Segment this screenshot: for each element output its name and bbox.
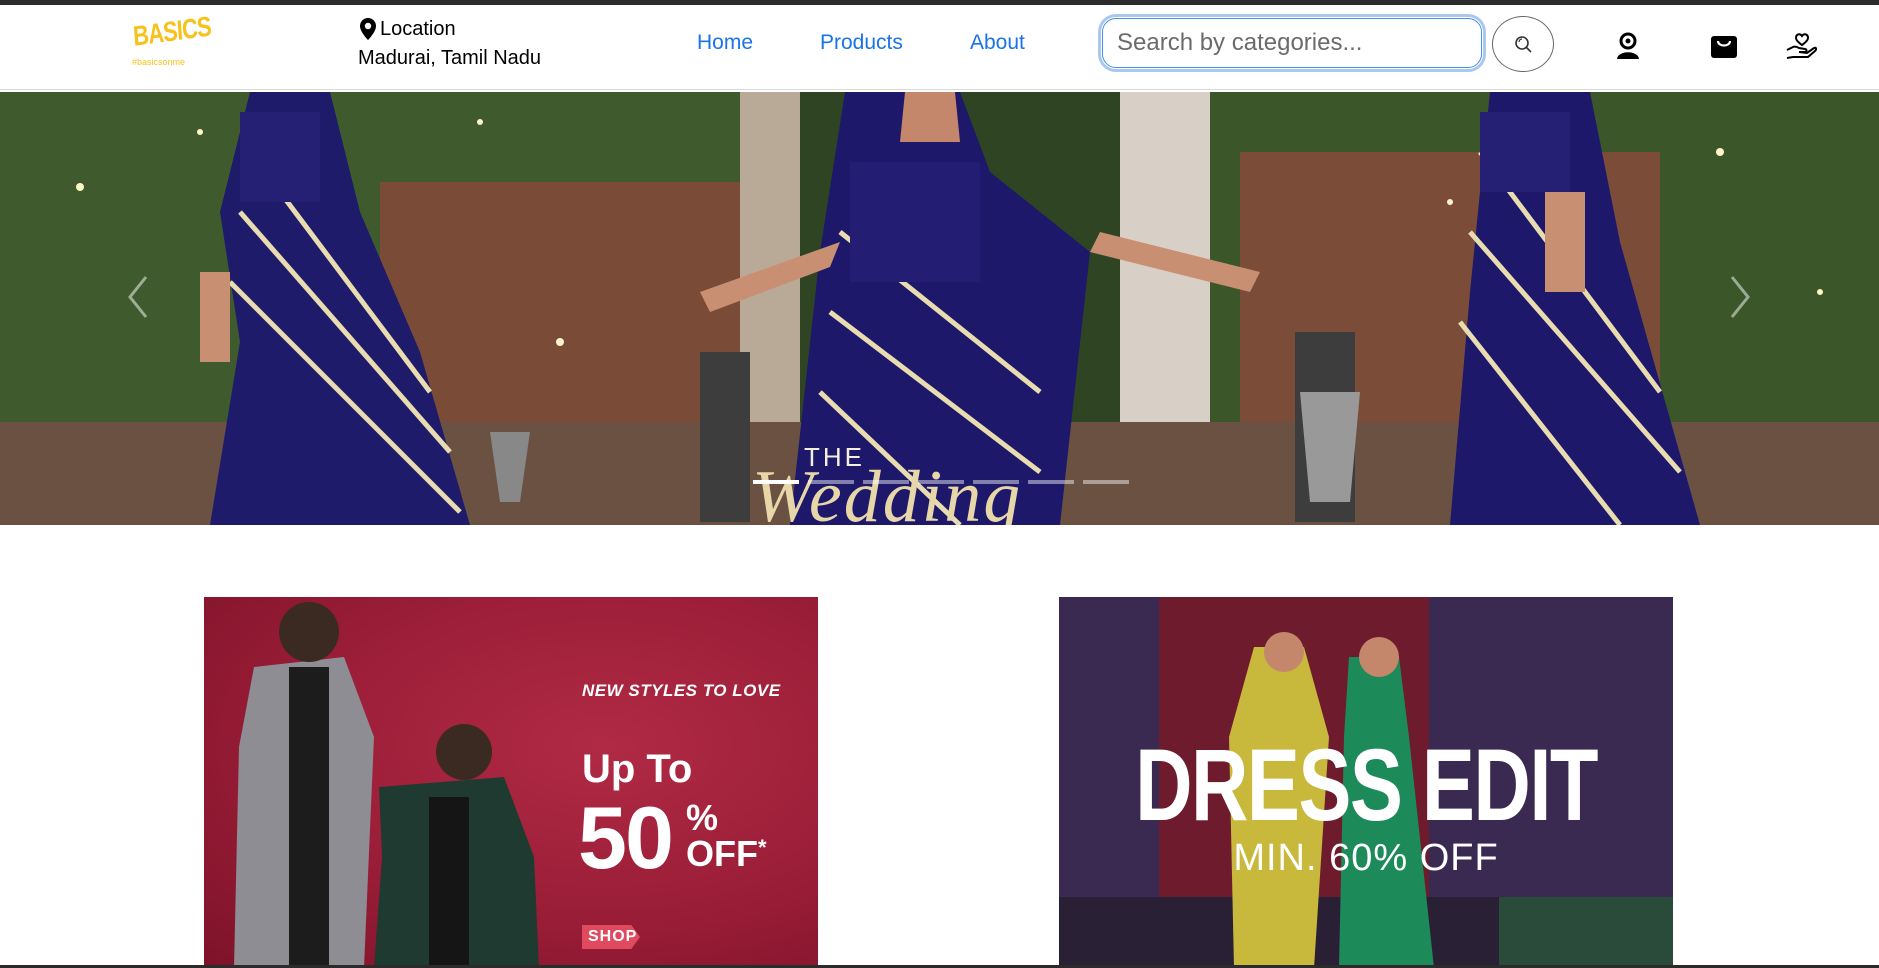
hero-carousel[interactable]: THE Wedding — [0, 92, 1879, 525]
cart-button[interactable] — [1707, 29, 1741, 63]
carousel-indicator[interactable] — [918, 480, 964, 484]
search-icon — [1515, 36, 1532, 53]
promo-card-dress-edit[interactable]: DRESS EDIT MIN. 60% OFF — [1059, 597, 1673, 968]
search-input[interactable] — [1098, 14, 1486, 72]
location-value: Madurai, Tamil Nadu — [358, 47, 542, 69]
hero-caption-large: Wedding — [752, 456, 1023, 525]
logo-tagline: #basicsonme — [132, 57, 186, 67]
shop-button[interactable]: SHOP — [582, 925, 640, 949]
promo-models-image — [234, 602, 539, 968]
carousel-indicator[interactable] — [863, 480, 909, 484]
carousel-prev-button[interactable] — [118, 267, 158, 327]
promo-upto: Up To — [582, 747, 693, 791]
carousel-indicator[interactable] — [808, 480, 854, 484]
promo-tagline: NEW STYLES TO LOVE — [582, 681, 781, 700]
brand-logo[interactable]: BASICS #basicsonme — [130, 11, 212, 73]
hand-heart-icon — [1786, 33, 1817, 59]
carousel-indicator[interactable] — [1028, 480, 1074, 484]
carousel-indicator[interactable] — [753, 480, 799, 484]
nav-link-products[interactable]: Products — [820, 31, 903, 55]
promo-discount-amount: 50 — [578, 788, 674, 887]
user-icon — [1617, 32, 1639, 59]
carousel-next-button[interactable] — [1720, 267, 1760, 327]
top-navbar: BASICS #basicsonme Location Madurai, Tam… — [0, 5, 1879, 90]
wishlist-button[interactable] — [1784, 29, 1818, 63]
nav-link-about[interactable]: About — [970, 31, 1025, 55]
carousel-indicators — [753, 480, 1129, 484]
search-button[interactable] — [1492, 16, 1554, 72]
account-button[interactable] — [1611, 29, 1645, 63]
nav-link-home[interactable]: Home — [697, 31, 753, 55]
promo-off-label: OFF — [686, 833, 758, 874]
logo-wordmark: BASICS — [132, 10, 212, 52]
cart-icon — [1711, 36, 1737, 58]
location-block[interactable]: Location Madurai, Tamil Nadu — [358, 15, 541, 70]
location-label: Location — [380, 17, 456, 40]
dress-edit-subtitle: MIN. 60% OFF — [1233, 837, 1499, 879]
promo-asterisk: * — [758, 835, 767, 860]
promo-card-sale[interactable]: NEW STYLES TO LOVE Up To 50 % OFF * SHOP — [204, 597, 818, 968]
dress-edit-title: DRESS EDIT — [1135, 728, 1598, 842]
carousel-indicator[interactable] — [1083, 480, 1129, 484]
carousel-indicator[interactable] — [973, 480, 1019, 484]
map-pin-icon — [360, 18, 376, 40]
